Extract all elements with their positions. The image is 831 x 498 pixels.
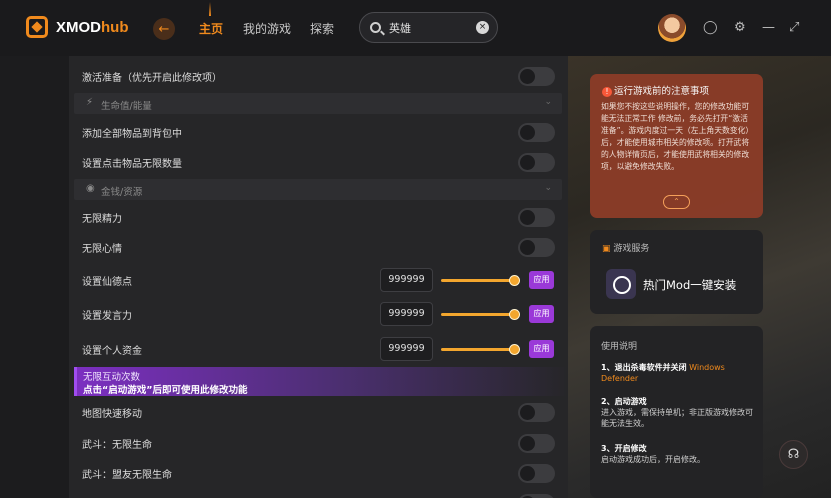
support-headset-button[interactable]: ☊	[779, 440, 808, 469]
apply-button[interactable]: 应用	[529, 340, 554, 358]
gift-icon: ▣	[602, 244, 611, 254]
value-slider[interactable]	[441, 344, 520, 355]
mod-label: 激活准备（优先开启此修改项）	[82, 73, 222, 84]
mod-row: 武斗：无限生命	[69, 428, 568, 458]
banner-text: 点击“启动游戏”后即可使用此修改功能	[83, 385, 248, 396]
mod-toggle[interactable]	[518, 434, 555, 453]
mod-install-link[interactable]: 热门Mod一键安装	[643, 277, 736, 293]
apply-button[interactable]: 应用	[529, 271, 554, 289]
mod-label: 武斗：盟友无限生命	[82, 470, 172, 481]
mod-row-input: 设置个人资金 999999 应用	[69, 334, 568, 364]
mod-install-icon[interactable]	[606, 269, 636, 299]
section-header-money[interactable]: ◉ 金钱/资源 ⌄	[74, 179, 562, 200]
back-button[interactable]: ←	[153, 18, 175, 40]
search-box[interactable]: ×	[359, 12, 498, 43]
collapse-notice-button[interactable]: ⌃	[663, 195, 690, 209]
apply-button[interactable]: 应用	[529, 305, 554, 323]
app-window: XMODhub ← 主页 我的游戏 探索 × ◯ ⚙ — ⤢ 激活准备（优先开启…	[0, 0, 831, 498]
settings-icon[interactable]: ⚙	[734, 20, 746, 35]
mod-label: 添加全部物品到背包中	[82, 129, 182, 140]
mod-row: 无限精力	[69, 202, 568, 232]
mod-row: 添加全部物品到背包中	[69, 117, 568, 147]
chevron-up-icon: ⌃	[673, 197, 680, 206]
app-name: XMODhub	[56, 18, 129, 36]
arrow-left-icon: ←	[158, 21, 170, 37]
headset-icon: ☊	[787, 447, 800, 462]
search-icon	[370, 22, 381, 33]
bolt-icon: ⚡	[86, 97, 94, 108]
mod-label: 无限精力	[82, 214, 122, 225]
mod-row-input: 设置发言力 999999 应用	[69, 299, 568, 329]
section-label: 金钱/资源	[101, 187, 143, 198]
chevron-down-icon: ⌄	[544, 97, 552, 107]
mod-toggle[interactable]	[518, 208, 555, 227]
mod-row: 地图快速移动	[69, 397, 568, 427]
mod-toggle[interactable]	[518, 464, 555, 483]
top-bar: XMODhub ← 主页 我的游戏 探索 × ◯ ⚙ — ⤢	[0, 0, 831, 56]
mod-row: 激活准备（优先开启此修改项）	[69, 61, 568, 91]
mod-row: 武斗：盟友无限生命	[69, 458, 568, 488]
app-logo[interactable]: XMODhub	[26, 16, 129, 38]
mod-toggle[interactable]	[518, 67, 555, 86]
mod-label: 设置仙德点	[82, 277, 132, 288]
mod-row: 无限心情	[69, 232, 568, 262]
instruction-item: 3、开启修改 启动游戏成功后，开启修改。	[601, 444, 705, 464]
launch-required-banner: 无限互动次数 点击“启动游戏”后即可使用此修改功能	[74, 367, 568, 396]
mod-toggle[interactable]	[518, 238, 555, 257]
coin-icon[interactable]: ◯	[703, 20, 718, 35]
mod-label: 设置个人资金	[82, 346, 142, 357]
xmod-logo-icon	[26, 16, 48, 38]
coins-icon: ◉	[86, 183, 95, 194]
section-label: 生命值/能量	[101, 101, 152, 112]
value-input[interactable]: 999999	[380, 268, 433, 292]
value-input[interactable]: 999999	[380, 302, 433, 326]
mod-label: 无限心情	[82, 244, 122, 255]
user-avatar[interactable]	[658, 14, 686, 42]
section-header-health[interactable]: ⚡ 生命值/能量 ⌄	[74, 93, 562, 114]
card-title: 使用说明	[601, 342, 638, 352]
collapse-icon[interactable]: ⤢	[789, 20, 799, 35]
notice-title: ! 运行游戏前的注意事项	[602, 83, 709, 97]
mod-row	[69, 488, 568, 498]
mod-toggle[interactable]	[518, 494, 555, 498]
mod-toggle[interactable]	[518, 403, 555, 422]
search-input[interactable]	[389, 21, 469, 34]
alert-icon: !	[602, 87, 612, 97]
card-title: ▣ 游戏服务	[602, 244, 650, 254]
notice-body: 如果您不按这些说明操作，您的修改功能可能无法正常工作 修改前，务必先打开“激活准…	[601, 102, 754, 171]
mod-row-input: 设置仙德点 999999 应用	[69, 265, 568, 295]
tab-explore[interactable]: 探索	[310, 20, 334, 37]
instruction-item: 2、启动游戏 进入游戏，需保持单机；非正版游戏修改可能无法生效。	[601, 397, 753, 428]
mod-label: 设置点击物品无限数量	[82, 159, 182, 170]
mod-toggle[interactable]	[518, 123, 555, 142]
clear-search-icon[interactable]: ×	[476, 21, 489, 34]
mod-label: 设置发言力	[82, 311, 132, 322]
mod-row: 设置点击物品无限数量	[69, 147, 568, 177]
banner-title: 无限互动次数	[83, 372, 141, 383]
mod-toggle[interactable]	[518, 153, 555, 172]
value-slider[interactable]	[441, 309, 520, 320]
value-input[interactable]: 999999	[380, 337, 433, 361]
tab-my-games[interactable]: 我的游戏	[243, 20, 291, 37]
chevron-down-icon: ⌄	[544, 183, 552, 193]
instruction-item: 1、退出杀毒软件并关闭 Windows Defender	[601, 363, 725, 383]
mod-label: 地图快速移动	[82, 409, 142, 420]
mod-label: 武斗：无限生命	[82, 440, 152, 451]
mod-list-panel: 激活准备（优先开启此修改项） ⚡ 生命值/能量 ⌄ 添加全部物品到背包中 设置点…	[69, 56, 568, 498]
minimize-icon[interactable]: —	[762, 20, 775, 35]
value-slider[interactable]	[441, 275, 520, 286]
tab-home[interactable]: 主页	[199, 2, 223, 37]
